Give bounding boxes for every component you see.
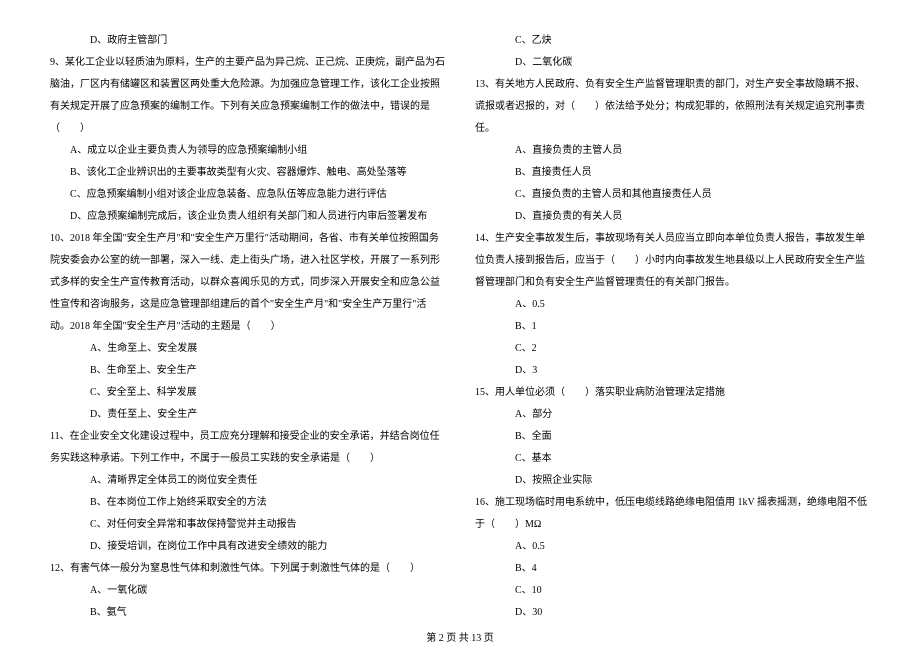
option-16a: A、0.5 — [475, 536, 870, 558]
question-12: 12、有害气体一般分为窒息性气体和刺激性气体。下列属于刺激性气体的是（ ） — [50, 558, 445, 580]
option-14b: B、1 — [475, 316, 870, 338]
option-15a: A、部分 — [475, 404, 870, 426]
option-9c: C、应急预案编制小组对该企业应急装备、应急队伍等应急能力进行评估 — [50, 184, 445, 206]
option-13c: C、直接负责的主管人员和其他直接责任人员 — [475, 184, 870, 206]
question-14: 14、生产安全事故发生后，事故现场有关人员应当立即向本单位负责人报告，事故发生单… — [475, 228, 870, 294]
option-12d: D、二氧化碳 — [475, 52, 870, 74]
option-11b: B、在本岗位工作上始终采取安全的方法 — [50, 492, 445, 514]
option-13d: D、直接负责的有关人员 — [475, 206, 870, 228]
option-16b: B、4 — [475, 558, 870, 580]
option-12b: B、氨气 — [50, 602, 445, 624]
option-11a: A、清晰界定全体员工的岗位安全责任 — [50, 470, 445, 492]
question-13: 13、有关地方人民政府、负有安全生产监督管理职责的部门，对生产安全事故隐瞒不报、… — [475, 74, 870, 140]
option-8d: D、政府主管部门 — [50, 30, 445, 52]
option-12c: C、乙炔 — [475, 30, 870, 52]
option-9d: D、应急预案编制完成后，该企业负责人组织有关部门和人员进行内审后签署发布 — [50, 206, 445, 228]
option-11d: D、接受培训，在岗位工作中具有改进安全绩效的能力 — [50, 536, 445, 558]
question-15: 15、用人单位必须（ ）落实职业病防治管理法定措施 — [475, 382, 870, 404]
option-10d: D、责任至上、安全生产 — [50, 404, 445, 426]
option-15c: C、基本 — [475, 448, 870, 470]
option-14a: A、0.5 — [475, 294, 870, 316]
option-11c: C、对任何安全异常和事故保持警觉并主动报告 — [50, 514, 445, 536]
question-16: 16、施工现场临时用电系统中，低压电缆线路绝缘电阻值用 1kV 摇表摇测，绝缘电… — [475, 492, 870, 536]
question-11: 11、在企业安全文化建设过程中，员工应充分理解和接受企业的安全承诺，并结合岗位任… — [50, 426, 445, 470]
option-16c: C、10 — [475, 580, 870, 602]
option-14d: D、3 — [475, 360, 870, 382]
option-10a: A、生命至上、安全发展 — [50, 338, 445, 360]
option-14c: C、2 — [475, 338, 870, 360]
option-9a: A、成立以企业主要负责人为领导的应急预案编制小组 — [50, 140, 445, 162]
left-column: D、政府主管部门 9、某化工企业以轻质油为原料，生产的主要产品为异己烷、正己烷、… — [50, 30, 445, 624]
option-15d: D、按照企业实际 — [475, 470, 870, 492]
right-column: C、乙炔 D、二氧化碳 13、有关地方人民政府、负有安全生产监督管理职责的部门，… — [475, 30, 870, 624]
option-10c: C、安全至上、科学发展 — [50, 382, 445, 404]
option-10b: B、生命至上、安全生产 — [50, 360, 445, 382]
option-9b: B、该化工企业辨识出的主要事故类型有火灾、容器爆炸、触电、高处坠落等 — [50, 162, 445, 184]
question-9: 9、某化工企业以轻质油为原料，生产的主要产品为异己烷、正己烷、正庚烷，副产品为石… — [50, 52, 445, 140]
page-footer: 第 2 页 共 13 页 — [50, 624, 870, 644]
option-13a: A、直接负责的主管人员 — [475, 140, 870, 162]
option-12a: A、一氧化碳 — [50, 580, 445, 602]
option-13b: B、直接责任人员 — [475, 162, 870, 184]
question-10: 10、2018 年全国"安全生产月"和"安全生产万里行"活动期间，各省、市有关单… — [50, 228, 445, 338]
two-column-layout: D、政府主管部门 9、某化工企业以轻质油为原料，生产的主要产品为异己烷、正己烷、… — [50, 30, 870, 624]
option-16d: D、30 — [475, 602, 870, 624]
option-15b: B、全面 — [475, 426, 870, 448]
